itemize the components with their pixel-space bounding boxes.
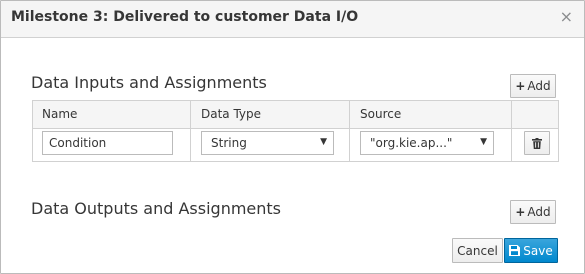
source-select[interactable]: "org.kie.ap..." ▼ <box>360 131 494 155</box>
data-type-select[interactable]: String ▼ <box>201 131 334 155</box>
inputs-table: Name Data Type Source String ▼ "org.kie.… <box>32 100 559 162</box>
column-header-data-type: Data Type <box>201 107 262 121</box>
column-divider <box>349 101 350 161</box>
cancel-button[interactable]: Cancel <box>452 238 503 263</box>
save-button[interactable]: Save <box>504 238 558 263</box>
source-value: "org.kie.ap..." <box>370 136 453 150</box>
add-output-label: Add <box>527 205 551 219</box>
column-header-source: Source <box>360 107 402 121</box>
data-io-dialog: Milestone 3: Delivered to customer Data … <box>0 0 585 274</box>
name-field[interactable] <box>42 131 173 155</box>
inputs-section-title: Data Inputs and Assignments <box>31 73 267 92</box>
outputs-section-title: Data Outputs and Assignments <box>31 199 282 218</box>
inputs-table-header: Name Data Type Source <box>33 101 558 129</box>
floppy-disk-icon <box>509 245 521 256</box>
add-output-button[interactable]: + Add <box>510 200 556 224</box>
close-icon[interactable]: × <box>560 8 573 26</box>
caret-down-icon: ▼ <box>320 137 327 147</box>
column-divider <box>511 101 512 161</box>
trash-icon <box>532 137 542 149</box>
column-divider <box>190 101 191 161</box>
delete-row-button[interactable] <box>524 131 550 155</box>
dialog-title: Milestone 3: Delivered to customer Data … <box>11 9 359 25</box>
plus-icon: + <box>515 79 526 93</box>
plus-icon: + <box>515 205 526 219</box>
add-input-label: Add <box>527 79 551 93</box>
caret-down-icon: ▼ <box>480 137 487 147</box>
add-input-button[interactable]: + Add <box>510 74 556 98</box>
save-label: Save <box>523 243 553 258</box>
column-header-name: Name <box>42 107 78 121</box>
data-type-value: String <box>211 136 247 150</box>
dialog-header: Milestone 3: Delivered to customer Data … <box>1 1 584 38</box>
